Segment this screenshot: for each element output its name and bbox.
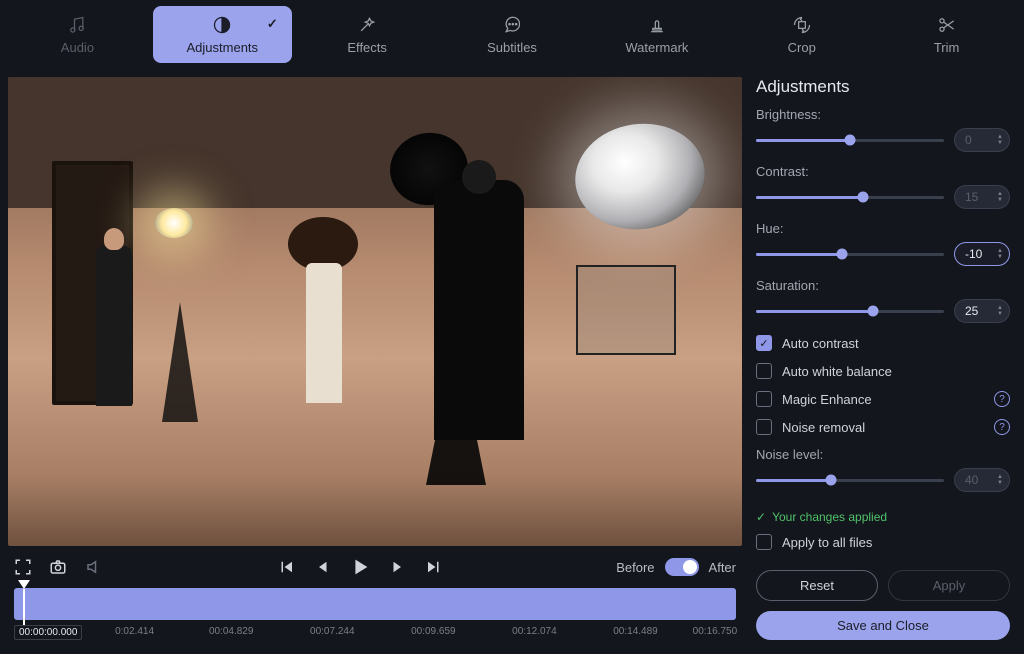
before-after-toggle[interactable] — [665, 558, 699, 576]
hue-value[interactable]: -10▲▼ — [954, 242, 1010, 266]
brightness-value[interactable]: 0▲▼ — [954, 128, 1010, 152]
saturation-slider[interactable] — [756, 310, 944, 313]
time-scale: 00:00:00.000 0:02.414 00:04.829 00:07.24… — [14, 626, 736, 640]
playhead[interactable] — [18, 580, 30, 589]
tab-trim[interactable]: Trim — [877, 6, 1016, 63]
noise-level-label: Noise level: — [756, 447, 1010, 462]
hue-slider[interactable] — [756, 253, 944, 256]
auto-wb-label: Auto white balance — [782, 364, 892, 379]
step-back-button[interactable] — [313, 556, 331, 578]
tab-crop[interactable]: Crop — [732, 6, 871, 63]
save-close-button[interactable]: Save and Close — [756, 611, 1010, 640]
tab-effects-label: Effects — [347, 40, 387, 55]
timeline: 00:00:00.000 0:02.414 00:04.829 00:07.24… — [8, 586, 742, 640]
playback-controls: Before After — [8, 546, 742, 586]
apply-all-checkbox[interactable] — [756, 534, 772, 550]
tab-adjustments-label: Adjustments — [187, 40, 259, 55]
before-label: Before — [616, 560, 654, 575]
time-mark: 00:09.659 — [411, 626, 456, 637]
magic-enhance-label: Magic Enhance — [782, 392, 872, 407]
tab-subtitles[interactable]: Subtitles — [443, 6, 582, 63]
skip-end-button[interactable] — [425, 556, 443, 578]
tab-audio-label: Audio — [61, 40, 94, 55]
contrast-slider[interactable] — [756, 196, 944, 199]
hue-label: Hue: — [756, 221, 1010, 236]
tab-subtitles-label: Subtitles — [487, 40, 537, 55]
adjustments-panel: Adjustments Brightness: 0▲▼ Contrast: 15… — [756, 77, 1016, 640]
time-mark: 00:12.074 — [512, 626, 557, 637]
noise-removal-label: Noise removal — [782, 420, 865, 435]
music-note-icon — [67, 14, 87, 36]
left-column: Before After 00:00:00.000 0:02.414 00:04… — [8, 77, 742, 640]
top-tabs: Audio Adjustments ✓ Effects Subtitles Wa… — [0, 0, 1024, 69]
time-current: 00:00:00.000 — [14, 625, 82, 640]
contrast-label: Contrast: — [756, 164, 1010, 179]
speech-icon — [502, 14, 522, 36]
reset-button[interactable]: Reset — [756, 570, 878, 601]
help-icon[interactable]: ? — [994, 419, 1010, 435]
tab-watermark-label: Watermark — [625, 40, 688, 55]
saturation-value[interactable]: 25▲▼ — [954, 299, 1010, 323]
auto-contrast-checkbox[interactable]: ✓ — [756, 335, 772, 351]
after-label: After — [709, 560, 736, 575]
video-preview[interactable] — [8, 77, 742, 546]
apply-button[interactable]: Apply — [888, 570, 1010, 601]
step-forward-button[interactable] — [389, 556, 407, 578]
snapshot-button[interactable] — [48, 558, 68, 576]
tab-crop-label: Crop — [788, 40, 816, 55]
noise-removal-checkbox[interactable] — [756, 419, 772, 435]
scissors-icon — [937, 14, 957, 36]
saturation-label: Saturation: — [756, 278, 1010, 293]
auto-wb-checkbox[interactable] — [756, 363, 772, 379]
play-button[interactable] — [349, 556, 371, 578]
tab-audio[interactable]: Audio — [8, 6, 147, 63]
fullscreen-button[interactable] — [14, 558, 32, 576]
time-mark: 00:04.829 — [209, 626, 254, 637]
timeline-track[interactable] — [14, 588, 736, 620]
check-icon: ✓ — [267, 16, 278, 32]
preview-image — [8, 77, 742, 546]
skip-start-button[interactable] — [277, 556, 295, 578]
noise-level-slider[interactable] — [756, 479, 944, 482]
help-icon[interactable]: ? — [994, 391, 1010, 407]
auto-contrast-label: Auto contrast — [782, 336, 859, 351]
stamp-icon — [647, 14, 667, 36]
magic-enhance-checkbox[interactable] — [756, 391, 772, 407]
contrast-icon — [212, 14, 232, 36]
tab-adjustments[interactable]: Adjustments ✓ — [153, 6, 292, 63]
tab-effects[interactable]: Effects — [298, 6, 437, 63]
contrast-value[interactable]: 15▲▼ — [954, 185, 1010, 209]
check-icon: ✓ — [756, 510, 766, 524]
brightness-slider[interactable] — [756, 139, 944, 142]
changes-applied: ✓ Your changes applied — [756, 510, 1010, 524]
volume-button[interactable] — [84, 558, 104, 576]
time-mark: 00:16.750 — [693, 626, 738, 637]
time-mark: 00:07.244 — [310, 626, 355, 637]
time-mark: 00:14.489 — [613, 626, 658, 637]
noise-level-value[interactable]: 40▲▼ — [954, 468, 1010, 492]
crop-rotate-icon — [792, 14, 812, 36]
time-mark: 0:02.414 — [115, 626, 154, 637]
wand-icon — [357, 14, 377, 36]
panel-title: Adjustments — [756, 77, 1010, 97]
apply-all-label: Apply to all files — [782, 535, 872, 550]
tab-watermark[interactable]: Watermark — [587, 6, 726, 63]
brightness-label: Brightness: — [756, 107, 1010, 122]
tab-trim-label: Trim — [934, 40, 960, 55]
main-area: Before After 00:00:00.000 0:02.414 00:04… — [0, 69, 1024, 654]
